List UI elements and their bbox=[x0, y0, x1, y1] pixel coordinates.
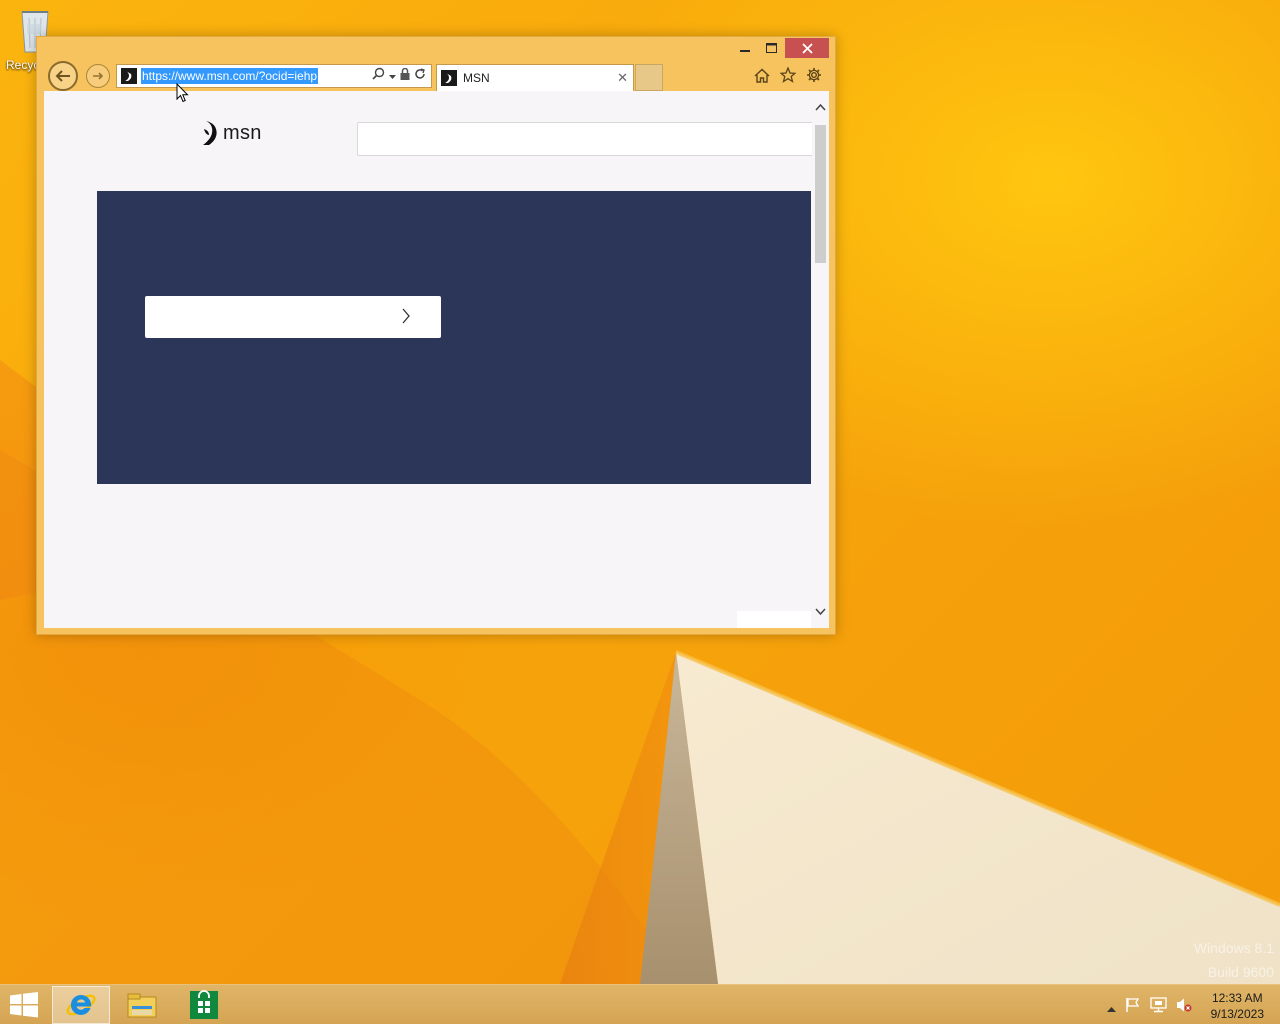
os-watermark-name: Windows 8.1 bbox=[1193, 940, 1274, 956]
back-arrow-icon bbox=[55, 70, 70, 82]
system-tray bbox=[1107, 997, 1192, 1018]
back-button[interactable] bbox=[48, 61, 78, 91]
minimize-button[interactable] bbox=[731, 38, 758, 58]
tab-msn-favicon-icon bbox=[441, 70, 457, 86]
forward-button[interactable] bbox=[86, 64, 110, 88]
dropdown-chevron-icon[interactable] bbox=[389, 67, 396, 85]
favorites-star-icon[interactable] bbox=[779, 66, 797, 84]
taskbar: 12:33 AM 9/13/2023 bbox=[0, 984, 1280, 1024]
msn-favicon-icon bbox=[121, 68, 137, 84]
search-input[interactable] bbox=[357, 122, 817, 156]
taskbar-clock[interactable]: 12:33 AM 9/13/2023 bbox=[1211, 990, 1264, 1022]
windows-logo-icon bbox=[10, 992, 38, 1018]
settings-gear-icon[interactable] bbox=[805, 66, 823, 84]
forward-arrow-icon bbox=[93, 72, 104, 80]
browser-toolbar bbox=[753, 66, 823, 84]
home-icon[interactable] bbox=[753, 66, 771, 84]
action-center-flag-icon[interactable] bbox=[1125, 997, 1141, 1018]
scroll-down-arrow-icon bbox=[815, 608, 826, 616]
new-tab-button[interactable] bbox=[635, 64, 663, 91]
store-bag-icon bbox=[190, 990, 218, 1019]
taskbar-file-explorer[interactable] bbox=[113, 986, 171, 1024]
maximize-button[interactable] bbox=[758, 38, 785, 58]
taskbar-store[interactable] bbox=[175, 986, 233, 1024]
network-icon[interactable] bbox=[1150, 997, 1167, 1018]
close-button[interactable] bbox=[785, 38, 829, 58]
scrollbar-thumb[interactable] bbox=[815, 125, 826, 263]
msn-logo[interactable]: msn bbox=[202, 120, 262, 146]
window-controls bbox=[731, 38, 829, 58]
search-icon[interactable] bbox=[372, 67, 385, 85]
url-text[interactable]: https://www.msn.com/?ocid=iehp bbox=[141, 68, 319, 84]
show-hidden-icons-arrow-icon[interactable] bbox=[1107, 999, 1116, 1017]
address-bar[interactable]: https://www.msn.com/?ocid=iehp bbox=[116, 64, 432, 88]
internet-explorer-icon bbox=[66, 994, 96, 1016]
tab-msn[interactable]: MSN ✕ bbox=[436, 64, 634, 91]
lock-icon[interactable] bbox=[400, 67, 410, 85]
vertical-scrollbar[interactable] bbox=[812, 91, 829, 628]
file-explorer-icon bbox=[127, 993, 157, 1018]
tab-title: MSN bbox=[463, 71, 490, 85]
tab-close-icon[interactable]: ✕ bbox=[617, 70, 628, 86]
msn-butterfly-icon bbox=[203, 121, 217, 145]
refresh-icon[interactable] bbox=[414, 67, 426, 85]
chevron-right-icon bbox=[402, 308, 410, 324]
internet-explorer-window: https://www.msn.com/?ocid=iehp MSN ✕ msn bbox=[36, 36, 836, 635]
bottom-content-block bbox=[737, 611, 811, 628]
mouse-cursor-icon bbox=[176, 82, 189, 108]
msn-wordmark: msn bbox=[223, 121, 262, 144]
os-watermark-build: Build 9600 bbox=[1207, 964, 1274, 980]
start-button[interactable] bbox=[10, 992, 38, 1023]
volume-muted-icon[interactable] bbox=[1176, 997, 1192, 1018]
clock-time: 12:33 AM bbox=[1211, 991, 1263, 1005]
hero-action-button[interactable] bbox=[145, 296, 441, 338]
clock-date: 9/13/2023 bbox=[1210, 1007, 1264, 1021]
page-content: msn bbox=[44, 91, 829, 628]
taskbar-internet-explorer[interactable] bbox=[52, 986, 110, 1024]
hero-banner bbox=[97, 191, 811, 484]
scroll-up-arrow-icon bbox=[815, 103, 826, 111]
